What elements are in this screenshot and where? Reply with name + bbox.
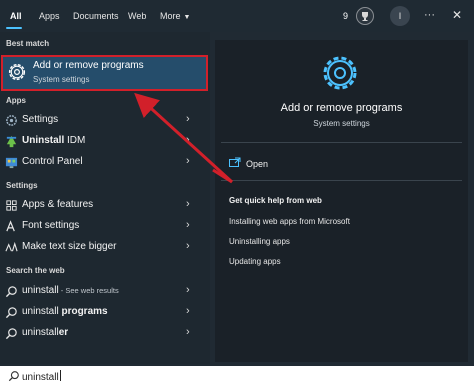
best-match-title: Add or remove programs	[33, 60, 144, 71]
search-icon	[5, 307, 17, 319]
search-input-value: uninstall	[22, 372, 59, 383]
chevron-down-icon: ▼	[183, 14, 191, 21]
search-icon	[5, 286, 17, 298]
web-result-uninstall[interactable]: uninstall - See web results ›	[0, 281, 210, 302]
open-button[interactable]: Open	[246, 159, 268, 169]
web-result-suggestion: er	[58, 327, 69, 338]
app-item-settings[interactable]: Settings ›	[0, 110, 210, 131]
divider	[221, 142, 462, 143]
settings-item-text-size[interactable]: Make text size bigger ›	[0, 237, 210, 258]
gear-icon	[6, 115, 17, 126]
rewards-points: 9	[343, 11, 349, 21]
search-icon	[5, 328, 17, 340]
help-link[interactable]: Installing web apps from Microsoft	[229, 217, 350, 226]
control-panel-icon	[5, 157, 18, 169]
text-size-icon	[5, 241, 18, 252]
open-icon	[229, 157, 241, 167]
section-apps: Apps	[6, 96, 26, 105]
settings-item-apps-features[interactable]: Apps & features ›	[0, 195, 210, 216]
section-best-match: Best match	[6, 39, 50, 48]
chevron-right-icon[interactable]: ›	[186, 326, 190, 338]
chevron-right-icon[interactable]: ›	[186, 134, 190, 146]
tab-apps[interactable]: Apps	[39, 0, 60, 32]
settings-item-label: Font settings	[22, 220, 80, 231]
preview-subtitle: System settings	[313, 119, 370, 128]
results-pane: Best match Add or remove programs System…	[0, 32, 210, 364]
preview-pane: Add or remove programs System settings O…	[215, 40, 468, 362]
font-icon	[6, 220, 15, 232]
close-icon[interactable]: ✕	[452, 0, 462, 31]
web-result-label: uninstall programs	[22, 306, 108, 317]
divider	[221, 180, 462, 181]
best-match-subtitle: System settings	[33, 75, 90, 84]
web-result-hint: - See web results	[58, 286, 119, 295]
web-result-uninstall-programs[interactable]: uninstall programs ›	[0, 302, 210, 323]
tab-more[interactable]: More ▼	[160, 0, 190, 32]
settings-item-font[interactable]: Font settings ›	[0, 216, 210, 237]
web-result-uninstaller[interactable]: uninstaller ›	[0, 323, 210, 344]
search-input[interactable]: uninstall	[22, 370, 61, 383]
app-item-uninstall-idm[interactable]: Uninstall IDM ›	[0, 131, 210, 152]
app-item-control-panel[interactable]: Control Panel ›	[0, 152, 210, 173]
gear-icon	[323, 56, 357, 90]
text-caret	[59, 370, 61, 381]
apps-features-icon	[6, 200, 17, 211]
chevron-right-icon[interactable]: ›	[186, 284, 190, 296]
web-result-query: uninstall	[22, 306, 62, 317]
idm-icon	[6, 135, 17, 148]
settings-item-label: Apps & features	[22, 199, 94, 210]
app-item-label: Settings	[22, 114, 59, 125]
section-search-web: Search the web	[6, 266, 65, 275]
web-result-label: uninstall - See web results	[22, 285, 119, 296]
avatar[interactable]: I	[390, 6, 410, 26]
web-result-label: uninstaller	[22, 327, 68, 338]
chevron-right-icon[interactable]: ›	[186, 305, 190, 317]
web-result-suggestion: programs	[61, 306, 108, 317]
quick-help-heading: Get quick help from web	[229, 196, 322, 205]
search-bar[interactable]: uninstall	[0, 366, 474, 387]
trophy-icon[interactable]	[356, 7, 374, 25]
tab-documents[interactable]: Documents	[73, 0, 119, 32]
tab-web[interactable]: Web	[128, 0, 146, 32]
ellipsis-icon[interactable]: ···	[424, 0, 435, 30]
web-result-query: uninstall	[22, 327, 59, 338]
settings-item-label: Make text size bigger	[22, 241, 117, 252]
preview-title: Add or remove programs	[280, 102, 403, 114]
search-filter-bar: All Apps Documents Web More ▼ 9 I ··· ✕	[0, 0, 474, 32]
gear-icon	[8, 63, 26, 81]
chevron-right-icon[interactable]: ›	[186, 198, 190, 210]
tab-active-indicator	[6, 27, 22, 29]
section-settings: Settings	[6, 181, 38, 190]
app-item-label: Uninstall IDM	[22, 135, 85, 146]
search-icon	[8, 371, 19, 382]
best-match-result[interactable]: Add or remove programs System settings	[1, 55, 208, 91]
help-link[interactable]: Updating apps	[229, 257, 281, 266]
app-item-label-rest: IDM	[64, 135, 86, 146]
help-link[interactable]: Uninstalling apps	[229, 237, 290, 246]
chevron-right-icon[interactable]: ›	[186, 113, 190, 125]
web-result-query: uninstall	[22, 285, 59, 296]
app-item-label-bold: Uninstall	[22, 135, 65, 146]
chevron-right-icon[interactable]: ›	[186, 219, 190, 231]
tab-more-label: More	[160, 11, 181, 21]
app-item-label: Control Panel	[22, 156, 83, 167]
chevron-right-icon[interactable]: ›	[186, 155, 190, 167]
chevron-right-icon[interactable]: ›	[186, 240, 190, 252]
